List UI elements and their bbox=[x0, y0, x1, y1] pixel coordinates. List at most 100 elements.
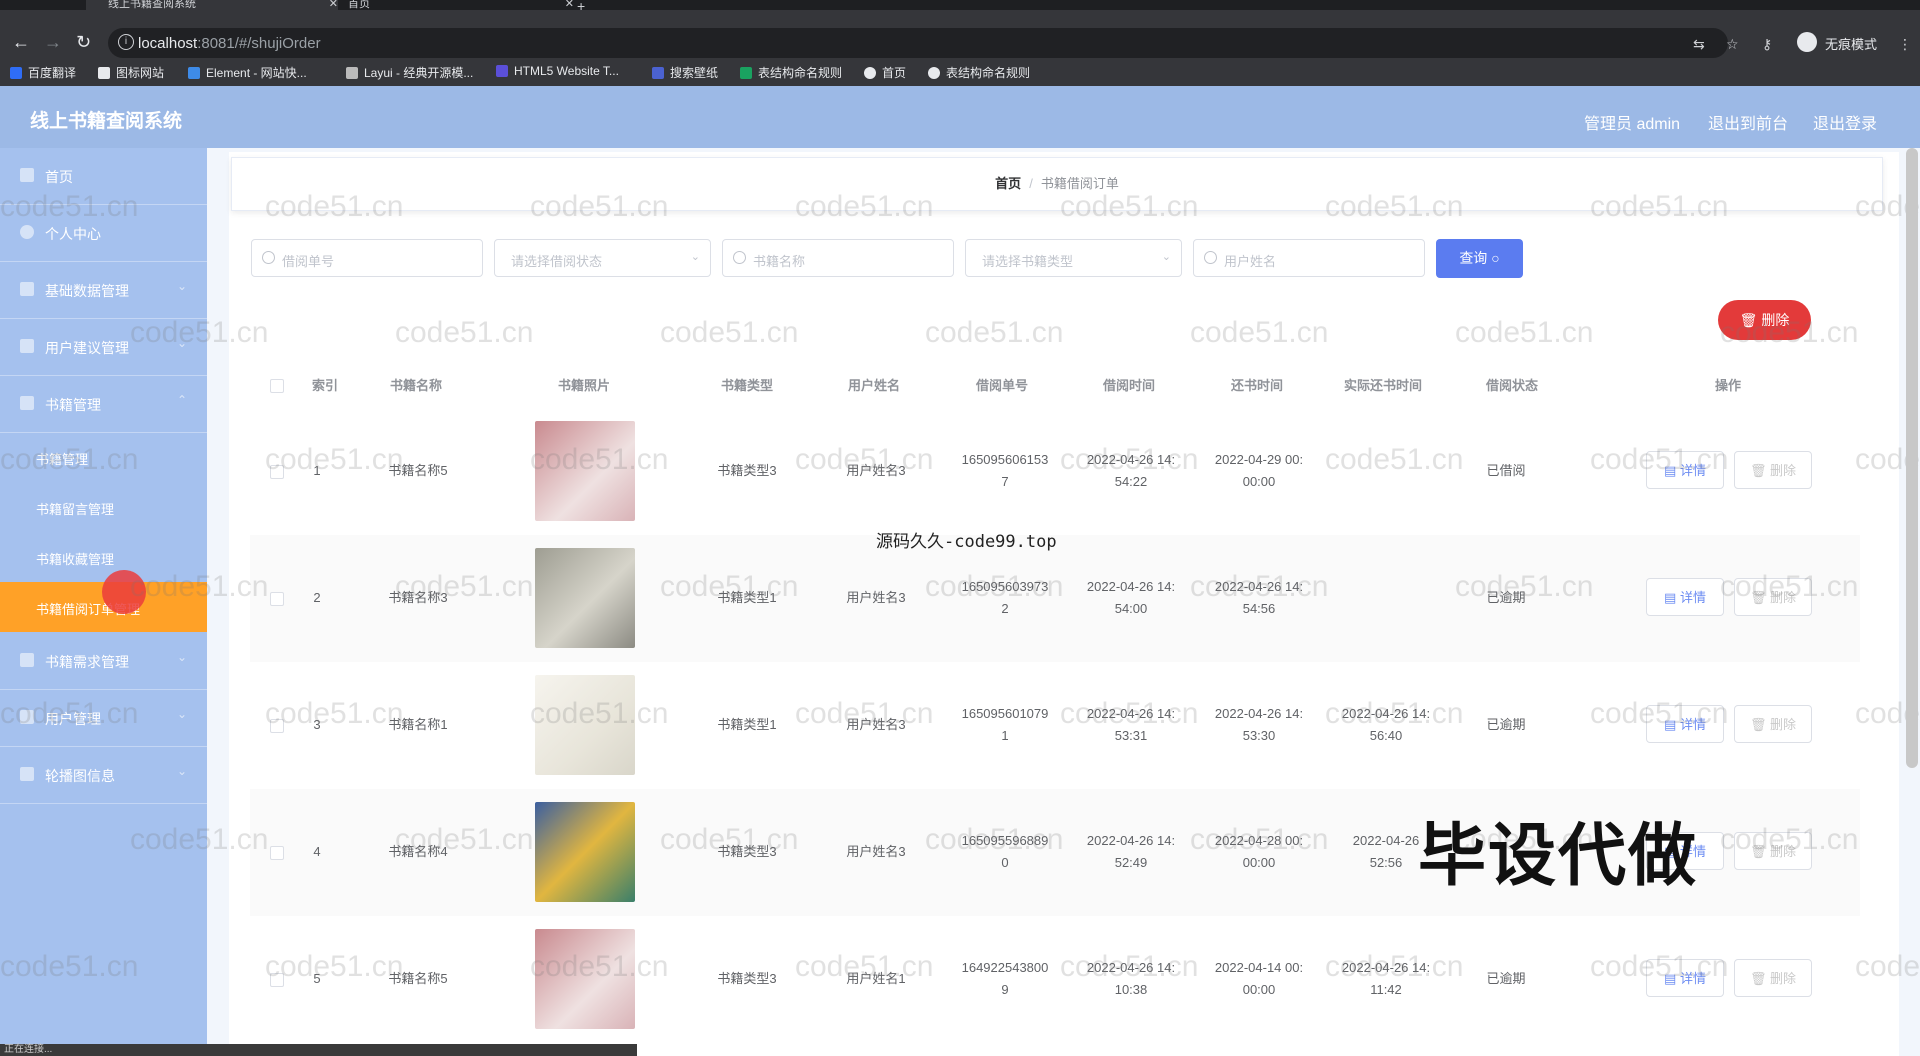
incognito-label[interactable]: 无痕模式 bbox=[1825, 34, 1877, 53]
row-checkbox[interactable] bbox=[270, 973, 284, 987]
sidebar-item-profile[interactable]: 个人中心 bbox=[0, 205, 207, 262]
bookmark-item[interactable]: Element - 网站快... bbox=[188, 64, 307, 81]
bookmark-item[interactable]: 表结构命名规则 bbox=[928, 64, 1030, 81]
menu-dots-icon[interactable]: ⋮ bbox=[1898, 36, 1912, 53]
sidebar-item-requests[interactable]: 书籍需求管理 ⌄ bbox=[0, 633, 207, 690]
bookmark-item[interactable]: 搜索壁纸 bbox=[652, 64, 718, 81]
logout-link[interactable]: 退出登录 bbox=[1813, 110, 1877, 134]
col-header-book-photo: 书籍照片 bbox=[558, 378, 611, 393]
cell-borrow: 2022-04-26 14: 53:31 bbox=[1086, 706, 1176, 743]
page-scrollbar[interactable] bbox=[1906, 148, 1918, 768]
col-header-order-no: 借阅单号 bbox=[976, 378, 1029, 393]
bookmark-star-icon[interactable]: ☆ bbox=[1726, 36, 1739, 53]
cell-order: 165095606153 7 bbox=[961, 452, 1049, 489]
back-to-front-link[interactable]: 退出到前台 bbox=[1708, 110, 1788, 134]
close-tab-icon[interactable]: ✕ bbox=[565, 0, 574, 10]
search-icon bbox=[733, 251, 746, 264]
back-icon[interactable]: ← bbox=[12, 32, 30, 53]
browser-tab[interactable]: 首页 ✕ bbox=[326, 0, 574, 10]
cell-order: 165095601079 1 bbox=[961, 706, 1049, 743]
col-header-index: 索引 bbox=[312, 378, 339, 393]
row-delete-button[interactable]: 🗑 删除 bbox=[1734, 578, 1812, 616]
book-type-select[interactable]: 请选择书籍类型 ⌄ bbox=[965, 239, 1182, 277]
row-delete-button[interactable]: 🗑 删除 bbox=[1734, 832, 1812, 870]
col-header-actions: 操作 bbox=[1715, 378, 1742, 393]
sidebar-item-carousel[interactable]: 轮播图信息 ⌄ bbox=[0, 747, 207, 804]
book-thumbnail bbox=[535, 802, 635, 902]
sidebar-subitem-comments[interactable]: 书籍留言管理 bbox=[0, 482, 207, 532]
tab-title: 首页 bbox=[348, 0, 370, 10]
row-checkbox[interactable] bbox=[270, 592, 284, 606]
cell-status: 已借阅 bbox=[1486, 463, 1526, 478]
reload-icon[interactable]: ↻ bbox=[76, 32, 91, 53]
chevron-down-icon: ⌄ bbox=[1161, 251, 1171, 263]
sidebar-item-base-data[interactable]: 基础数据管理 ⌄ bbox=[0, 262, 207, 319]
incognito-icon bbox=[1797, 32, 1817, 52]
url-field[interactable]: i localhost:8081/#/shujiOrder bbox=[108, 28, 1728, 58]
book-thumbnail bbox=[535, 929, 635, 1029]
row-delete-button[interactable]: 🗑 删除 bbox=[1734, 451, 1812, 489]
sidebar-subitem-books[interactable]: 书籍管理 bbox=[0, 432, 207, 482]
detail-button[interactable]: ▤ 详情 bbox=[1646, 578, 1724, 616]
sidebar-item-users[interactable]: 用户管理 ⌄ bbox=[0, 690, 207, 747]
site-info-icon[interactable]: i bbox=[118, 34, 134, 50]
browser-tab-active[interactable]: 线上书籍查阅系统 ✕ bbox=[86, 0, 338, 10]
cell-idx: 1 bbox=[313, 463, 321, 478]
cell-return: 2022-04-29 00: 00:00 bbox=[1214, 452, 1304, 489]
detail-button[interactable]: ▤ 详情 bbox=[1646, 959, 1724, 997]
cell-borrow: 2022-04-26 14: 10:38 bbox=[1086, 960, 1176, 997]
cell-return: 2022-04-26 14: 53:30 bbox=[1214, 706, 1304, 743]
bookmark-icon bbox=[98, 67, 110, 79]
breadcrumb-home[interactable]: 首页 bbox=[995, 176, 1021, 191]
detail-button[interactable]: ▤ 详情 bbox=[1646, 705, 1724, 743]
ad-overlay-text: 毕设代做 bbox=[1418, 818, 1699, 894]
detail-button[interactable]: ▤ 详情 bbox=[1646, 451, 1724, 489]
bookmark-icon bbox=[496, 65, 508, 77]
forward-icon[interactable]: → bbox=[44, 32, 62, 53]
user-name-input[interactable]: 用户姓名 bbox=[1193, 239, 1425, 277]
select-all-checkbox[interactable] bbox=[270, 379, 284, 393]
sidebar-subitem-favorites[interactable]: 书籍收藏管理 bbox=[0, 532, 207, 582]
bookmark-icon bbox=[652, 67, 664, 79]
cell-status: 已逾期 bbox=[1486, 590, 1526, 605]
row-checkbox[interactable] bbox=[270, 846, 284, 860]
chevron-down-icon: ⌄ bbox=[176, 764, 187, 778]
cell-actual: 2022-04-26 14: 56:40 bbox=[1341, 706, 1431, 743]
admin-label: 管理员 admin bbox=[1584, 116, 1681, 133]
order-no-input[interactable]: 借阅单号 bbox=[251, 239, 483, 277]
cell-order: 165095596889 0 bbox=[961, 833, 1049, 870]
bookmark-item[interactable]: 首页 bbox=[864, 64, 906, 81]
cell-order: 164922543800 9 bbox=[961, 960, 1049, 997]
sidebar-item-home[interactable]: 首页 bbox=[0, 148, 207, 205]
bookmark-item[interactable]: HTML5 Website T... bbox=[496, 64, 619, 78]
borrow-status-select[interactable]: 请选择借阅状态 ⌄ bbox=[494, 239, 711, 277]
row-delete-button[interactable]: 🗑 删除 bbox=[1734, 705, 1812, 743]
book-name-input[interactable]: 书籍名称 bbox=[722, 239, 954, 277]
cell-idx: 4 bbox=[313, 844, 321, 859]
cell-user: 用户姓名3 bbox=[846, 590, 906, 605]
bookmark-item[interactable]: Layui - 经典开源模... bbox=[346, 64, 473, 81]
query-button[interactable]: 查询 ○ bbox=[1436, 239, 1523, 278]
bookmark-item[interactable]: 图标网站 bbox=[98, 64, 164, 81]
sidebar-item-books[interactable]: 书籍管理 ⌃ bbox=[0, 376, 207, 433]
bookmark-icon bbox=[10, 67, 22, 79]
key-icon[interactable]: ⚷ bbox=[1762, 36, 1772, 53]
cell-return: 2022-04-14 00: 00:00 bbox=[1214, 960, 1304, 997]
bookmark-icon bbox=[188, 67, 200, 79]
translate-icon[interactable]: ⇆ bbox=[1693, 36, 1705, 53]
document-icon bbox=[20, 339, 34, 353]
cell-user: 用户姓名3 bbox=[846, 463, 906, 478]
bookmark-item[interactable]: 表结构命名规则 bbox=[740, 64, 842, 81]
globe-icon bbox=[928, 67, 940, 79]
chevron-up-icon: ⌃ bbox=[176, 393, 187, 407]
col-header-return-time: 还书时间 bbox=[1231, 378, 1284, 393]
cell-status: 已逾期 bbox=[1486, 717, 1526, 732]
row-checkbox[interactable] bbox=[270, 719, 284, 733]
bookmark-item[interactable]: 百度翻译 bbox=[10, 64, 76, 81]
row-checkbox[interactable] bbox=[270, 465, 284, 479]
row-delete-button[interactable]: 🗑 删除 bbox=[1734, 959, 1812, 997]
batch-delete-button[interactable]: 🗑 删除 bbox=[1718, 300, 1811, 340]
cell-type: 书籍类型1 bbox=[717, 717, 777, 732]
sidebar-item-suggestions[interactable]: 用户建议管理 ⌄ bbox=[0, 319, 207, 376]
search-icon: ○ bbox=[1491, 250, 1500, 266]
